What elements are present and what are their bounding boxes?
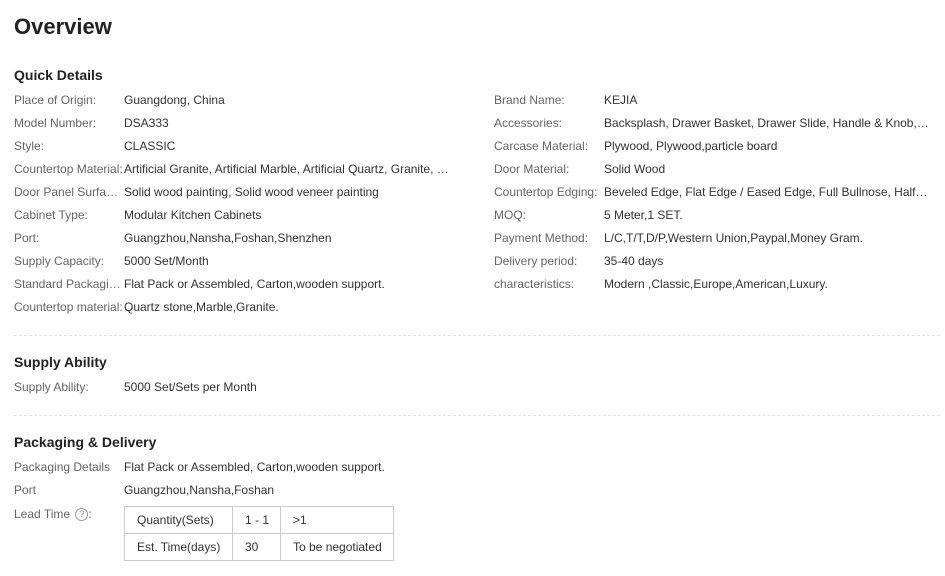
detail-label: Countertop Edging:: [494, 185, 598, 199]
detail-label: Port:: [14, 231, 40, 245]
detail-value: Artificial Granite, Artificial Marble, A…: [124, 162, 450, 176]
help-icon[interactable]: ?: [75, 508, 89, 522]
detail-row-countertop-material: Countertop Material: Artificial Granite,…: [14, 160, 450, 178]
detail-label: MOQ:: [494, 208, 526, 222]
detail-value: Guangzhou,Nansha,Foshan: [124, 483, 275, 497]
table-cell: Est. Time(days): [124, 533, 233, 561]
table-cell: Quantity(Sets): [124, 506, 233, 534]
section-divider: [14, 415, 940, 416]
lead-time-label-wrap: Lead Time ?:: [14, 507, 92, 522]
detail-value: Plywood, Plywood,particle board: [604, 139, 778, 153]
detail-row-packaging-port: Port Guangzhou,Nansha,Foshan: [14, 481, 450, 499]
detail-row-port: Port: Guangzhou,Nansha,Foshan,Shenzhen: [14, 229, 450, 247]
detail-label: Delivery period:: [494, 254, 578, 268]
detail-value: Quartz stone,Marble,Granite.: [124, 300, 279, 314]
detail-value: L/C,T/T,D/P,Western Union,Paypal,Money G…: [604, 231, 863, 245]
detail-value: DSA333: [124, 116, 169, 130]
table-row: Est. Time(days) 30 To be negotiated: [124, 533, 394, 561]
detail-row-supply-capacity: Supply Capacity: 5000 Set/Month: [14, 252, 450, 270]
detail-row-countertop-edging: Countertop Edging: Beveled Edge, Flat Ed…: [494, 183, 930, 201]
detail-row-door-material: Door Material: Solid Wood: [494, 160, 930, 178]
page-title: Overview: [14, 14, 112, 39]
detail-row-cabinet-type: Cabinet Type: Modular Kitchen Cabinets: [14, 206, 450, 224]
detail-row-supply-ability: Supply Ability: 5000 Set/Sets per Month: [14, 378, 450, 396]
detail-label: Countertop material:: [14, 300, 123, 314]
section-divider: [14, 335, 940, 336]
detail-value: CLASSIC: [124, 139, 176, 153]
detail-row-packaging-details: Packaging Details Flat Pack or Assembled…: [14, 458, 450, 476]
detail-value: Solid Wood: [604, 162, 666, 176]
detail-label: Style:: [14, 139, 45, 153]
lead-time-table: Quantity(Sets) 1 - 1 >1 Est. Time(days) …: [124, 506, 394, 561]
detail-label: characteristics:: [494, 277, 575, 291]
detail-value: Guangdong, China: [124, 93, 225, 107]
product-overview: Overview Quick Details Place of Origin: …: [0, 0, 945, 576]
detail-label: Accessories:: [494, 116, 563, 130]
supply-ability-heading: Supply Ability: [14, 354, 107, 370]
detail-row-model-number: Model Number: DSA333: [14, 114, 450, 132]
table-cell: To be negotiated: [280, 533, 394, 561]
detail-value: Solid wood painting, Solid wood veneer p…: [124, 185, 379, 199]
detail-value: 5000 Set/Sets per Month: [124, 380, 257, 394]
detail-label: Door Panel Surface...: [14, 185, 124, 199]
detail-label: Supply Capacity:: [14, 254, 105, 268]
detail-row-characteristics: characteristics: Modern ,Classic,Europe,…: [494, 275, 930, 293]
detail-value: Flat Pack or Assembled, Carton,wooden su…: [124, 277, 385, 291]
detail-row-carcase-material: Carcase Material: Plywood, Plywood,parti…: [494, 137, 930, 155]
detail-label: Countertop Material:: [14, 162, 123, 176]
detail-row-moq: MOQ: 5 Meter,1 SET.: [494, 206, 930, 224]
lead-time-label: Lead Time: [14, 507, 71, 521]
detail-row-countertop-material-2: Countertop material: Quartz stone,Marble…: [14, 298, 450, 316]
detail-value: Modular Kitchen Cabinets: [124, 208, 262, 222]
table-row: Quantity(Sets) 1 - 1 >1: [124, 506, 394, 534]
table-cell: 1 - 1: [232, 506, 281, 534]
detail-row-delivery-period: Delivery period: 35-40 days: [494, 252, 930, 270]
detail-label: Payment Method:: [494, 231, 589, 245]
detail-row-accessories: Accessories: Backsplash, Drawer Basket, …: [494, 114, 930, 132]
detail-label: Standard Packaging:: [14, 277, 124, 291]
detail-value: Backsplash, Drawer Basket, Drawer Slide,…: [604, 116, 930, 130]
detail-label: Model Number:: [14, 116, 97, 130]
detail-value: KEJIA: [604, 93, 638, 107]
table-cell: 30: [232, 533, 281, 561]
detail-row-brand-name: Brand Name: KEJIA: [494, 91, 930, 109]
detail-label: Packaging Details: [14, 460, 111, 474]
detail-label: Port: [14, 483, 37, 497]
detail-row-door-panel-surface: Door Panel Surface... Solid wood paintin…: [14, 183, 450, 201]
detail-row-payment-method: Payment Method: L/C,T/T,D/P,Western Unio…: [494, 229, 930, 247]
detail-row-place-of-origin: Place of Origin: Guangdong, China: [14, 91, 450, 109]
detail-value: 5 Meter,1 SET.: [604, 208, 683, 222]
table-cell: >1: [280, 506, 394, 534]
quick-details-heading: Quick Details: [14, 67, 103, 83]
detail-label: Brand Name:: [494, 93, 565, 107]
detail-row-standard-packaging: Standard Packaging: Flat Pack or Assembl…: [14, 275, 450, 293]
detail-value: Beveled Edge, Flat Edge / Eased Edge, Fu…: [604, 185, 930, 199]
detail-label: Place of Origin:: [14, 93, 97, 107]
packaging-delivery-heading: Packaging & Delivery: [14, 434, 157, 450]
detail-value: 35-40 days: [604, 254, 664, 268]
detail-row-style: Style: CLASSIC: [14, 137, 450, 155]
detail-value: Guangzhou,Nansha,Foshan,Shenzhen: [124, 231, 332, 245]
detail-label: Cabinet Type:: [14, 208, 88, 222]
detail-value: Modern ,Classic,Europe,American,Luxury.: [604, 277, 828, 291]
detail-value: 5000 Set/Month: [124, 254, 209, 268]
detail-label: Door Material:: [494, 162, 570, 176]
detail-value: Flat Pack or Assembled, Carton,wooden su…: [124, 460, 385, 474]
detail-label: Supply Ability:: [14, 380, 89, 394]
detail-label: Carcase Material:: [494, 139, 589, 153]
